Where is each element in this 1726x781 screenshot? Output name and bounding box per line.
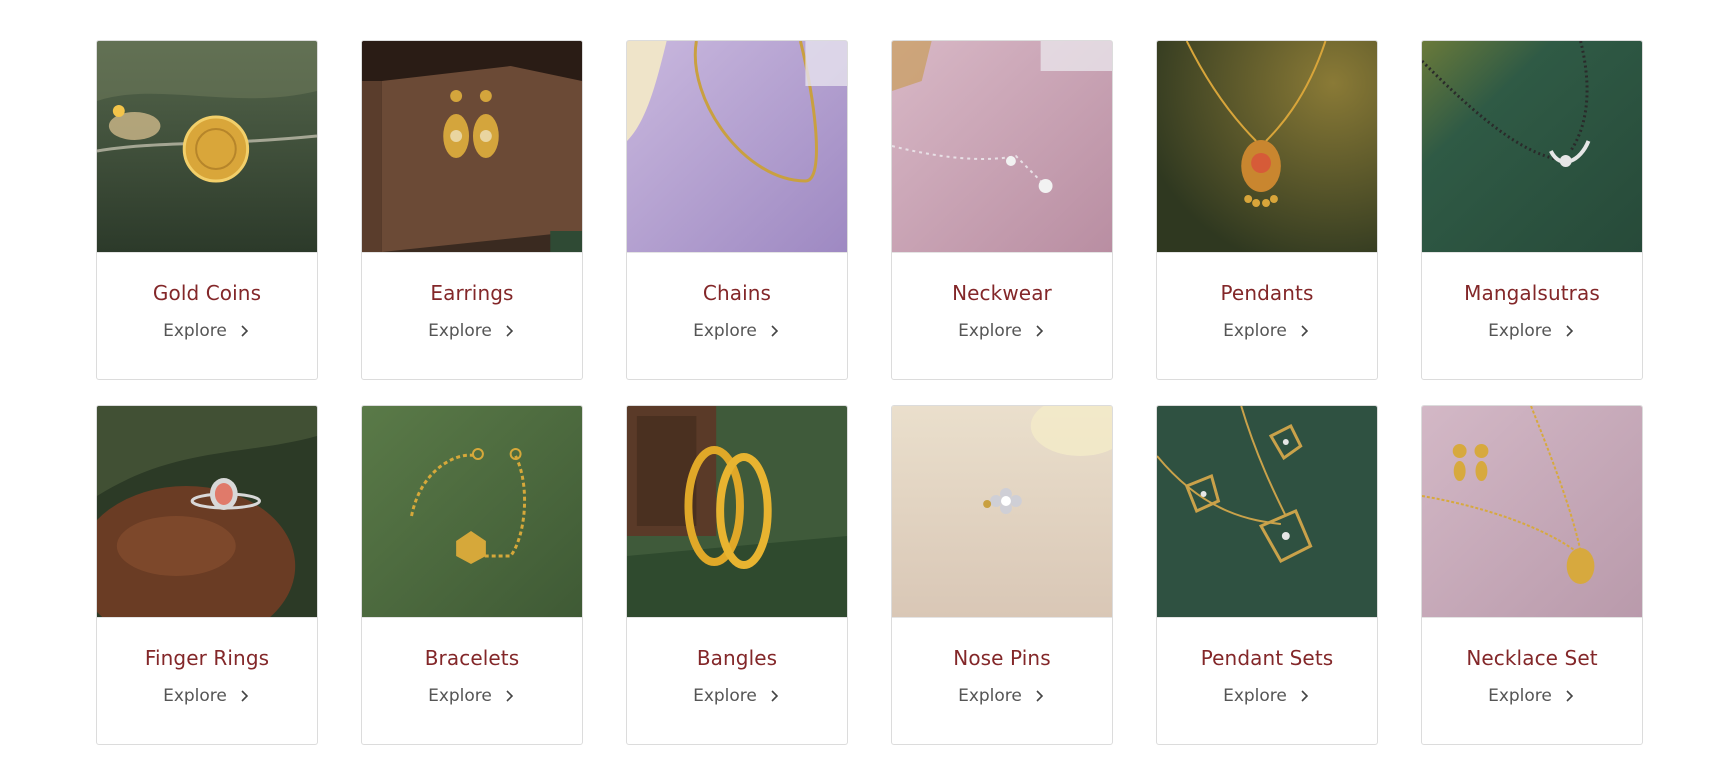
pendant-icon: [1157, 41, 1377, 252]
category-title[interactable]: Gold Coins: [97, 281, 317, 305]
bracelet-icon: [362, 406, 582, 617]
category-title[interactable]: Bracelets: [362, 646, 582, 670]
pendant-set-icon: [1157, 406, 1377, 617]
category-image: [892, 406, 1112, 618]
explore-link[interactable]: Explore: [627, 686, 847, 706]
category-title[interactable]: Nose Pins: [892, 646, 1112, 670]
category-image: [1422, 41, 1642, 253]
category-image: [97, 406, 317, 618]
category-image: [362, 406, 582, 618]
explore-label: Explore: [1488, 321, 1552, 341]
necklace-icon: [892, 41, 1112, 252]
explore-label: Explore: [1223, 686, 1287, 706]
category-card-pendants[interactable]: Pendants Explore: [1156, 40, 1378, 380]
category-card-finger-rings[interactable]: Finger Rings Explore: [96, 405, 318, 745]
chevron-right-icon: [237, 324, 251, 338]
category-title[interactable]: Bangles: [627, 646, 847, 670]
category-image: [1157, 41, 1377, 253]
category-image: [627, 41, 847, 253]
category-card-gold-coins[interactable]: Gold Coins Explore: [96, 40, 318, 380]
explore-link[interactable]: Explore: [892, 686, 1112, 706]
category-title[interactable]: Pendants: [1157, 281, 1377, 305]
chevron-right-icon: [1562, 324, 1576, 338]
explore-link[interactable]: Explore: [97, 321, 317, 341]
category-card-necklace-set[interactable]: Necklace Set Explore: [1421, 405, 1643, 745]
explore-label: Explore: [958, 686, 1022, 706]
category-image: [892, 41, 1112, 253]
chevron-right-icon: [502, 689, 516, 703]
category-image: [1422, 406, 1642, 618]
necklace-set-icon: [1422, 406, 1642, 617]
category-title[interactable]: Neckwear: [892, 281, 1112, 305]
chain-icon: [627, 41, 847, 252]
explore-label: Explore: [163, 321, 227, 341]
category-image: [97, 41, 317, 253]
explore-link[interactable]: Explore: [362, 321, 582, 341]
category-image: [627, 406, 847, 618]
explore-label: Explore: [1488, 686, 1552, 706]
explore-label: Explore: [958, 321, 1022, 341]
chevron-right-icon: [1297, 324, 1311, 338]
explore-link[interactable]: Explore: [362, 686, 582, 706]
category-grid: Gold Coins Explore Earrings Explore Chai…: [96, 40, 1643, 745]
explore-link[interactable]: Explore: [97, 686, 317, 706]
explore-link[interactable]: Explore: [1157, 321, 1377, 341]
category-card-bracelets[interactable]: Bracelets Explore: [361, 405, 583, 745]
category-title[interactable]: Necklace Set: [1422, 646, 1642, 670]
category-card-earrings[interactable]: Earrings Explore: [361, 40, 583, 380]
nose-pin-icon: [892, 406, 1112, 617]
chevron-right-icon: [1562, 689, 1576, 703]
explore-label: Explore: [693, 686, 757, 706]
category-title[interactable]: Mangalsutras: [1422, 281, 1642, 305]
category-card-nose-pins[interactable]: Nose Pins Explore: [891, 405, 1113, 745]
explore-label: Explore: [428, 686, 492, 706]
category-card-pendant-sets[interactable]: Pendant Sets Explore: [1156, 405, 1378, 745]
earrings-icon: [362, 41, 582, 252]
chevron-right-icon: [1297, 689, 1311, 703]
explore-label: Explore: [163, 686, 227, 706]
chevron-right-icon: [767, 689, 781, 703]
chevron-right-icon: [237, 689, 251, 703]
category-image: [362, 41, 582, 253]
explore-link[interactable]: Explore: [627, 321, 847, 341]
category-card-bangles[interactable]: Bangles Explore: [626, 405, 848, 745]
explore-label: Explore: [428, 321, 492, 341]
ring-icon: [97, 406, 317, 617]
chevron-right-icon: [502, 324, 516, 338]
explore-label: Explore: [1223, 321, 1287, 341]
category-title[interactable]: Pendant Sets: [1157, 646, 1377, 670]
chevron-right-icon: [1032, 324, 1046, 338]
explore-link[interactable]: Explore: [1157, 686, 1377, 706]
bangles-icon: [627, 406, 847, 617]
explore-link[interactable]: Explore: [892, 321, 1112, 341]
explore-link[interactable]: Explore: [1422, 686, 1642, 706]
chevron-right-icon: [1032, 689, 1046, 703]
category-card-neckwear[interactable]: Neckwear Explore: [891, 40, 1113, 380]
chevron-right-icon: [767, 324, 781, 338]
category-image: [1157, 406, 1377, 618]
explore-link[interactable]: Explore: [1422, 321, 1642, 341]
gold-coin-icon: [97, 41, 317, 252]
mangalsutra-icon: [1422, 41, 1642, 252]
category-title[interactable]: Chains: [627, 281, 847, 305]
category-title[interactable]: Earrings: [362, 281, 582, 305]
category-title[interactable]: Finger Rings: [97, 646, 317, 670]
explore-label: Explore: [693, 321, 757, 341]
category-card-chains[interactable]: Chains Explore: [626, 40, 848, 380]
category-card-mangalsutras[interactable]: Mangalsutras Explore: [1421, 40, 1643, 380]
